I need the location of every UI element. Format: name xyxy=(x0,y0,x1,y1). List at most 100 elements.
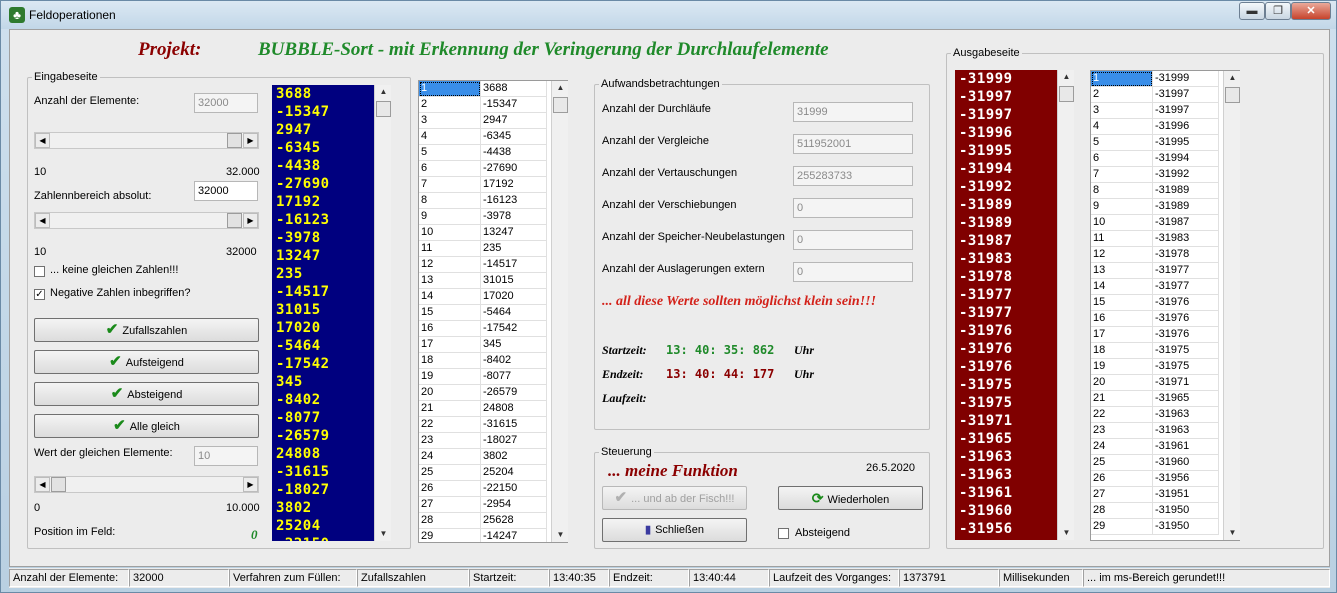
table-row[interactable]: 6 -31994 xyxy=(1091,151,1239,167)
table-row[interactable]: 10 13247 xyxy=(419,225,567,241)
table-row[interactable]: 15 -5464 xyxy=(419,305,567,321)
table-row[interactable]: 28 -31950 xyxy=(1091,503,1239,519)
slider-thumb[interactable] xyxy=(51,477,66,492)
table-row[interactable]: 29 -31950 xyxy=(1091,519,1239,535)
keine-gleichen-checkbox[interactable] xyxy=(34,266,45,277)
list-item[interactable]: -17542 xyxy=(272,355,374,373)
table-row[interactable]: 28 25628 xyxy=(419,513,567,529)
list-item[interactable]: -31995 xyxy=(955,142,1057,160)
table-row[interactable]: 11 235 xyxy=(419,241,567,257)
table-row[interactable]: 16 -17542 xyxy=(419,321,567,337)
scroll-up-icon[interactable]: ▲ xyxy=(553,81,568,95)
list-item[interactable]: -8402 xyxy=(272,391,374,409)
list-item[interactable]: 235 xyxy=(272,265,374,283)
list-item[interactable]: -31977 xyxy=(955,286,1057,304)
input-list-scrollbar[interactable]: ▲ ▼ xyxy=(374,85,391,541)
list-item[interactable]: -4438 xyxy=(272,157,374,175)
close-button[interactable]: ✕ xyxy=(1291,2,1331,20)
list-item[interactable]: -31975 xyxy=(955,376,1057,394)
list-item[interactable]: -31976 xyxy=(955,322,1057,340)
scroll-left-icon[interactable]: ◀ xyxy=(35,477,50,492)
list-item[interactable]: -31994 xyxy=(955,160,1057,178)
scroll-thumb[interactable] xyxy=(553,97,568,113)
output-grid-scrollbar[interactable]: ▲ ▼ xyxy=(1223,71,1240,540)
table-row[interactable]: 17 -31976 xyxy=(1091,327,1239,343)
table-row[interactable]: 18 -8402 xyxy=(419,353,567,369)
table-row[interactable]: 8 -16123 xyxy=(419,193,567,209)
table-row[interactable]: 15 -31976 xyxy=(1091,295,1239,311)
list-item[interactable]: -31976 xyxy=(955,340,1057,358)
table-row[interactable]: 13 -31977 xyxy=(1091,263,1239,279)
scroll-down-icon[interactable]: ▼ xyxy=(553,528,568,542)
scroll-right-icon[interactable]: ▶ xyxy=(243,477,258,492)
scroll-thumb[interactable] xyxy=(376,101,391,117)
output-value-list[interactable]: -31999 -31997 -31997 -31996 -31995 -31994 -319… xyxy=(955,70,1057,540)
table-row[interactable]: 3 2947 xyxy=(419,113,567,129)
table-row[interactable]: 21 -31965 xyxy=(1091,391,1239,407)
list-item[interactable]: 13247 xyxy=(272,247,374,265)
table-row[interactable]: 25 -31960 xyxy=(1091,455,1239,471)
list-item[interactable]: -31989 xyxy=(955,214,1057,232)
list-item[interactable]: -31963 xyxy=(955,448,1057,466)
list-item[interactable]: 345 xyxy=(272,373,374,391)
table-row[interactable]: 23 -31963 xyxy=(1091,423,1239,439)
list-item[interactable]: -31989 xyxy=(955,196,1057,214)
scroll-thumb[interactable] xyxy=(1225,87,1240,103)
scroll-left-icon[interactable]: ◀ xyxy=(35,133,50,148)
list-item[interactable]: -6345 xyxy=(272,139,374,157)
table-row[interactable]: 8 -31989 xyxy=(1091,183,1239,199)
list-item[interactable]: -31976 xyxy=(955,358,1057,376)
list-item[interactable]: -31963 xyxy=(955,466,1057,484)
list-item[interactable]: -18027 xyxy=(272,481,374,499)
table-row[interactable]: 20 -31971 xyxy=(1091,375,1239,391)
anzahl-slider[interactable]: ◀ ▶ xyxy=(34,132,259,149)
list-item[interactable]: -14517 xyxy=(272,283,374,301)
input-grid[interactable]: 1 3688 2 -15347 3 2947 4 -6345 5 -4438 6 -27690 7 171… xyxy=(418,80,568,543)
scroll-down-icon[interactable]: ▼ xyxy=(1225,526,1240,540)
negative-checkbox[interactable]: ✓ xyxy=(34,289,45,300)
list-item[interactable]: -31971 xyxy=(955,412,1057,430)
list-item[interactable]: -3978 xyxy=(272,229,374,247)
table-row[interactable]: 11 -31983 xyxy=(1091,231,1239,247)
scroll-up-icon[interactable]: ▲ xyxy=(376,85,391,99)
table-row[interactable]: 26 -31956 xyxy=(1091,471,1239,487)
list-item[interactable]: -27690 xyxy=(272,175,374,193)
table-row[interactable]: 16 -31976 xyxy=(1091,311,1239,327)
table-row[interactable]: 7 -31992 xyxy=(1091,167,1239,183)
table-row[interactable]: 14 -31977 xyxy=(1091,279,1239,295)
list-item[interactable]: -31999 xyxy=(955,70,1057,88)
output-list-scrollbar[interactable]: ▲ ▼ xyxy=(1057,70,1074,540)
list-item[interactable]: -31975 xyxy=(955,394,1057,412)
list-item[interactable]: -31965 xyxy=(955,430,1057,448)
list-item[interactable]: 3802 xyxy=(272,499,374,517)
table-row[interactable]: 6 -27690 xyxy=(419,161,567,177)
table-row[interactable]: 4 -6345 xyxy=(419,129,567,145)
table-row[interactable]: 24 -31961 xyxy=(1091,439,1239,455)
table-row[interactable]: 12 -14517 xyxy=(419,257,567,273)
table-row[interactable]: 19 -8077 xyxy=(419,369,567,385)
table-row[interactable]: 17 345 xyxy=(419,337,567,353)
list-item[interactable]: -31615 xyxy=(272,463,374,481)
scroll-right-icon[interactable]: ▶ xyxy=(243,213,258,228)
list-item[interactable]: 17020 xyxy=(272,319,374,337)
list-item[interactable]: -31997 xyxy=(955,88,1057,106)
table-row[interactable]: 26 -22150 xyxy=(419,481,567,497)
list-item[interactable]: -31992 xyxy=(955,178,1057,196)
list-item[interactable]: 31015 xyxy=(272,301,374,319)
wert-slider[interactable]: ◀ ▶ xyxy=(34,476,259,493)
list-item[interactable]: 2947 xyxy=(272,121,374,139)
wert-input[interactable]: 10 xyxy=(194,446,258,466)
table-row[interactable]: 10 -31987 xyxy=(1091,215,1239,231)
list-item[interactable]: -31996 xyxy=(955,124,1057,142)
table-row[interactable]: 12 -31978 xyxy=(1091,247,1239,263)
list-item[interactable]: -8077 xyxy=(272,409,374,427)
aufsteigend-button[interactable]: ✔ Aufsteigend xyxy=(34,350,259,374)
scroll-down-icon[interactable]: ▼ xyxy=(376,527,391,541)
table-row[interactable]: 13 31015 xyxy=(419,273,567,289)
list-item[interactable]: -31956 xyxy=(955,520,1057,538)
list-item[interactable]: -26579 xyxy=(272,427,374,445)
scroll-down-icon[interactable]: ▼ xyxy=(1059,526,1074,540)
table-row[interactable]: 27 -2954 xyxy=(419,497,567,513)
list-item[interactable]: 25204 xyxy=(272,517,374,535)
list-item[interactable]: -22150 xyxy=(272,535,374,541)
